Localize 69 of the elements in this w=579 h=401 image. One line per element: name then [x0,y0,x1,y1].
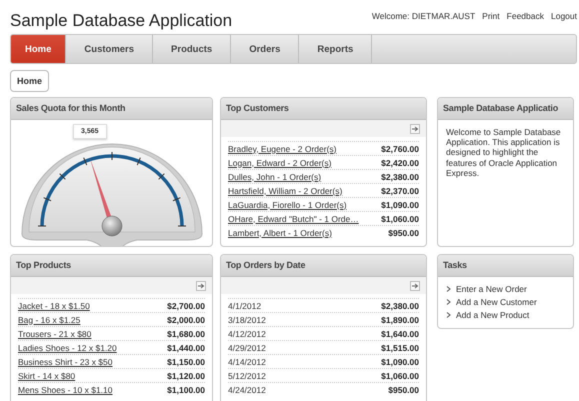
amount-cell: $2,000.00 [167,314,205,324]
nav-tab[interactable]: Customers [66,35,154,63]
nav-tab[interactable]: Products [153,35,232,63]
report-link[interactable]: Bag - 16 x $1.25 [18,314,80,324]
nav-tab[interactable]: Home [11,35,66,63]
amount-cell: $1,515.00 [381,342,419,352]
chevron-icon [446,312,451,318]
amount-cell: $1,150.00 [167,356,205,366]
report-link[interactable]: Hartsfield, William - 2 Order(s) [228,186,342,196]
report-link[interactable]: Bradley, Eugene - 2 Order(s) [228,144,336,154]
region-title: Top Products [11,255,212,277]
amount-cell: $2,380.00 [381,172,419,182]
amount-cell: $1,680.00 [167,328,205,338]
report-cell: 4/14/2012 [228,356,266,366]
amount-cell: $950.00 [388,228,419,238]
amount-cell: $1,120.00 [167,370,205,380]
report-link[interactable]: Lambert, Albert - 1 Order(s) [228,228,332,238]
report-cell: 4/24/2012 [228,384,266,394]
amount-cell: $1,060.00 [381,214,419,224]
amount-cell: $1,090.00 [381,356,419,366]
app-title: Sample Database Application [10,11,232,31]
region-title: Sales Quota for this Month [11,98,212,120]
amount-cell: $2,700.00 [167,300,205,310]
nav-tab[interactable]: Reports [299,35,372,63]
report-link[interactable]: OHare, Edward "Butch" - 1 Orde… [228,214,359,224]
region-title: Tasks [438,255,573,277]
amount-cell: $950.00 [388,384,419,394]
amount-cell: $2,420.00 [381,158,419,168]
amount-cell: $1,060.00 [381,370,419,380]
breadcrumb-link[interactable]: Home [10,70,50,92]
nav-tab[interactable]: Orders [231,35,300,63]
amount-cell: $1,090.00 [381,200,419,210]
amount-cell: $1,100.00 [167,384,205,394]
report-cell: 4/12/2012 [228,328,266,338]
chevron-icon [446,299,451,305]
report-link[interactable]: Dulles, John - 1 Order(s) [228,172,322,182]
amount-cell: $2,380.00 [381,300,419,310]
export-button[interactable] [410,280,420,290]
amount-cell: $1,890.00 [381,314,419,324]
welcome-user-text: Welcome: DIETMAR.AUST [372,11,476,21]
amount-cell: $2,760.00 [381,144,419,154]
region-title: Sample Database Applicatio [438,98,573,120]
amount-cell: $1,640.00 [381,328,419,338]
report-link[interactable]: Jacket - 18 x $1.50 [18,300,90,310]
header-link[interactable]: Print [482,11,500,21]
task-link[interactable]: Add a New Customer [446,297,565,307]
report-link[interactable]: Logan, Edward - 2 Order(s) [228,158,332,168]
report-link[interactable]: Skirt - 14 x $80 [18,370,76,380]
task-link[interactable]: Enter a New Order [446,284,565,294]
export-button[interactable] [196,280,206,290]
region-title: Top Customers [221,98,426,120]
report-link[interactable]: Trousers - 21 x $80 [18,328,92,338]
welcome-text: Welcome to Sample Database Application. This application is designed to highlight the features of Oracle Application Express. [445,126,562,180]
report-cell: 4/1/2012 [228,300,262,310]
report-link[interactable]: LaGuardia, Fiorello - 1 Order(s) [228,200,347,210]
amount-cell: $1,440.00 [167,342,205,352]
header-link[interactable]: Feedback [506,11,544,21]
task-link[interactable]: Add a New Product [446,310,565,320]
header-link[interactable]: Logout [551,11,577,21]
chevron-icon [446,286,451,292]
report-cell: 4/29/2012 [228,342,266,352]
report-link[interactable]: Business Shirt - 23 x $50 [18,356,112,366]
region-title: Top Orders by Date [221,255,426,277]
report-link[interactable]: Ladies Shoes - 12 x $1.20 [18,342,117,352]
export-button[interactable] [410,124,420,134]
report-link[interactable]: Mens Shoes - 10 x $1.10 [18,384,113,394]
report-cell: 3/18/2012 [228,314,266,324]
report-cell: 5/12/2012 [228,370,266,380]
amount-cell: $2,370.00 [381,186,419,196]
